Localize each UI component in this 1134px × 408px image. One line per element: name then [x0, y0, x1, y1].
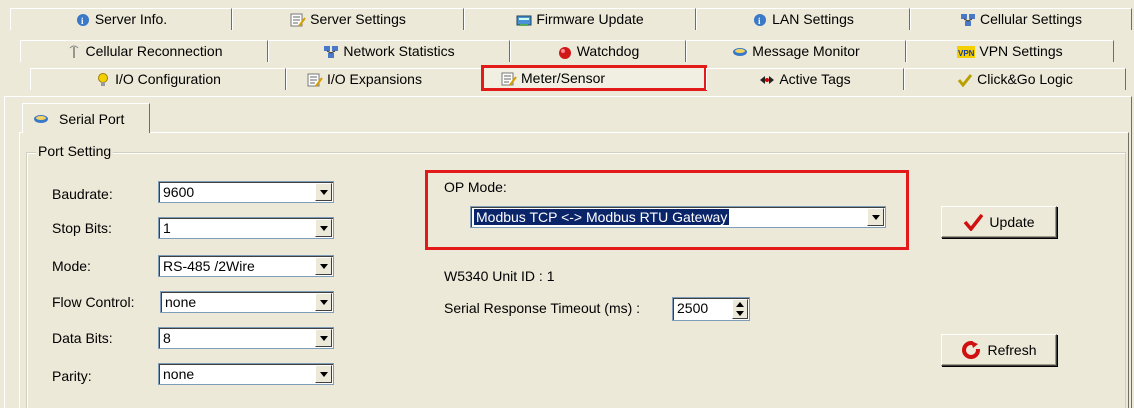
- stop-bits-label: Stop Bits:: [52, 220, 112, 236]
- parity-select[interactable]: none: [158, 363, 334, 385]
- parity-label: Parity:: [52, 368, 92, 384]
- tab-vpn-settings[interactable]: VPN VPN Settings: [906, 40, 1114, 62]
- tags-icon: [759, 73, 775, 87]
- refresh-icon: [961, 340, 982, 360]
- tab-lan-settings[interactable]: i LAN Settings: [696, 8, 910, 30]
- tab-serial-port[interactable]: Serial Port: [22, 103, 150, 133]
- tab-row-2: Cellular Reconnection Network Statistics…: [0, 40, 1134, 62]
- watchdog-icon: [557, 45, 573, 59]
- tab-click-go-logic[interactable]: Click&Go Logic: [904, 68, 1126, 90]
- port-setting-label: Port Setting: [36, 143, 114, 159]
- vpn-icon: VPN: [957, 45, 976, 59]
- tab-active-tags[interactable]: Active Tags: [706, 68, 904, 90]
- baudrate-select[interactable]: 9600: [158, 181, 334, 203]
- spinner-arrows-icon[interactable]: [732, 299, 748, 319]
- tab-message-monitor[interactable]: Message Monitor: [686, 40, 906, 62]
- firmware-icon: [516, 13, 532, 27]
- unit-id-text: W5340 Unit ID : 1: [444, 268, 555, 284]
- network-icon: [323, 45, 339, 59]
- chevron-down-icon[interactable]: [315, 257, 332, 275]
- info-icon: i: [752, 13, 768, 27]
- settings-icon: [290, 13, 306, 27]
- tab-watchdog[interactable]: Watchdog: [510, 40, 686, 62]
- tab-row-1: i Server Info. Server Settings Firmware …: [0, 8, 1134, 30]
- checkmark-icon: [963, 213, 984, 231]
- stop-bits-select[interactable]: 1: [158, 217, 334, 239]
- tab-io-configuration[interactable]: I/O Configuration: [30, 68, 286, 90]
- tab-io-expansions[interactable]: I/O Expansions: [286, 68, 482, 90]
- chevron-down-icon[interactable]: [867, 208, 884, 226]
- info-icon: i: [75, 13, 91, 27]
- monitor-icon: [732, 45, 748, 59]
- data-bits-select[interactable]: 8: [158, 327, 334, 349]
- network-icon: [960, 13, 976, 27]
- lightbulb-icon: [95, 72, 111, 87]
- chevron-down-icon[interactable]: [315, 365, 332, 383]
- tab-firmware-update[interactable]: Firmware Update: [464, 8, 696, 30]
- refresh-button[interactable]: Refresh: [941, 334, 1057, 366]
- checkmark-icon: [957, 73, 973, 87]
- chevron-down-icon[interactable]: [315, 293, 332, 311]
- data-bits-label: Data Bits:: [52, 330, 113, 346]
- flow-control-label: Flow Control:: [52, 294, 135, 310]
- op-mode-select[interactable]: Modbus TCP <-> Modbus RTU Gateway: [470, 206, 886, 228]
- op-mode-label: OP Mode:: [444, 179, 507, 195]
- mode-select[interactable]: RS-485 /2Wire: [158, 255, 334, 277]
- tab-cellular-reconnection[interactable]: Cellular Reconnection: [20, 40, 268, 62]
- serial-port-icon: [33, 113, 49, 125]
- settings-icon: [307, 73, 323, 87]
- timeout-label: Serial Response Timeout (ms) :: [444, 300, 641, 316]
- tab-server-info[interactable]: i Server Info.: [10, 8, 232, 30]
- tab-cellular-settings[interactable]: Cellular Settings: [910, 8, 1132, 30]
- tab-row-3: I/O Configuration I/O Expansions Meter/S…: [0, 65, 1134, 91]
- mode-label: Mode:: [52, 258, 91, 274]
- tab-server-settings[interactable]: Server Settings: [232, 8, 464, 30]
- tab-network-statistics[interactable]: Network Statistics: [268, 40, 510, 62]
- timeout-spinner[interactable]: 2500: [672, 297, 750, 321]
- svg-text:VPN: VPN: [958, 49, 975, 58]
- baudrate-label: Baudrate:: [52, 186, 113, 202]
- flow-control-select[interactable]: none: [160, 291, 334, 313]
- settings-icon: [501, 72, 517, 86]
- tab-meter-sensor[interactable]: Meter/Sensor: [481, 65, 707, 91]
- chevron-down-icon[interactable]: [315, 219, 332, 237]
- update-button[interactable]: Update: [941, 206, 1057, 238]
- antenna-icon: [66, 45, 82, 59]
- chevron-down-icon[interactable]: [315, 329, 332, 347]
- chevron-down-icon[interactable]: [315, 183, 332, 201]
